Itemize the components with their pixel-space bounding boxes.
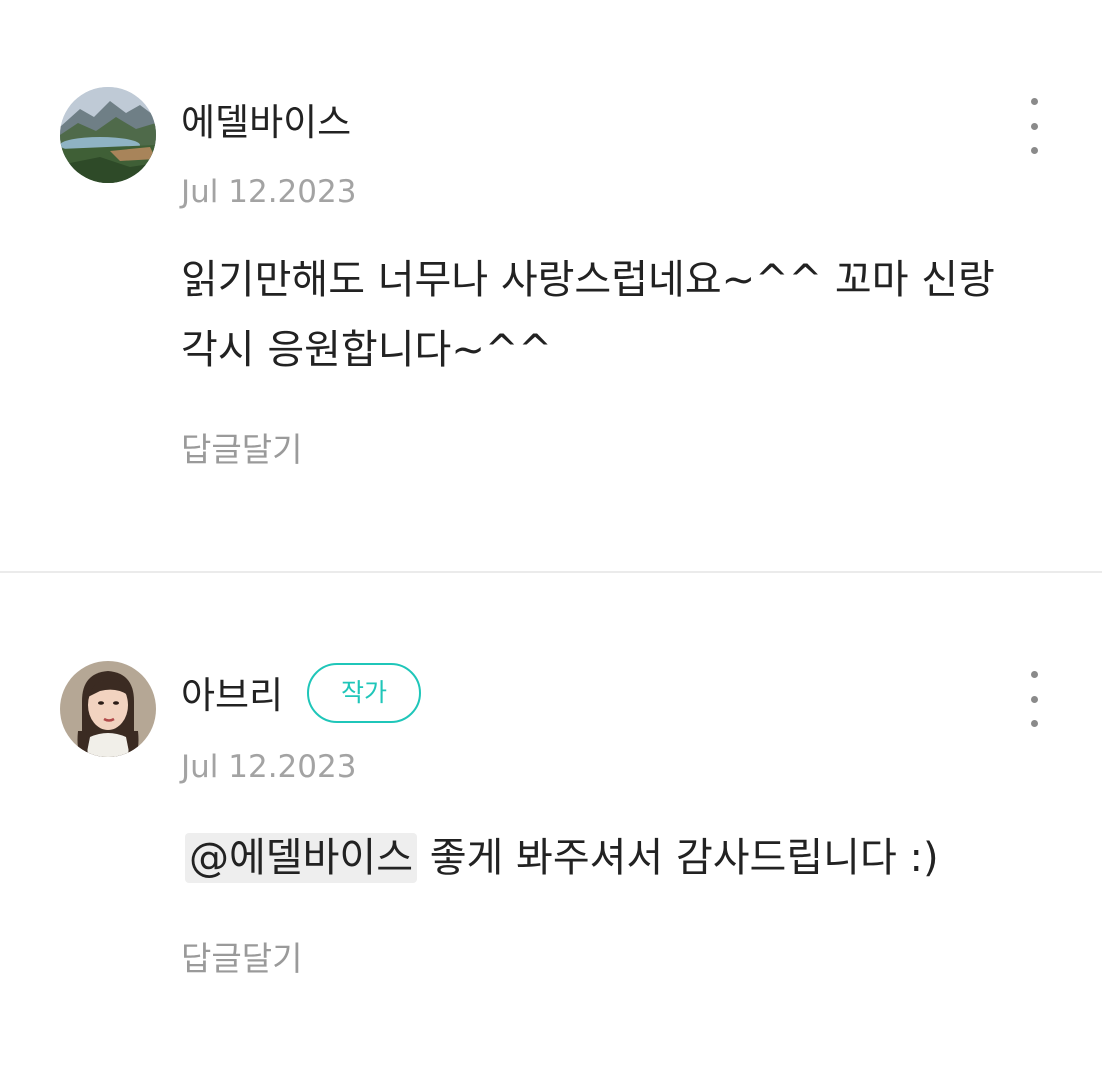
illustrated-woman-avatar-icon (60, 661, 156, 757)
comment-body: @에델바이스 좋게 봐주셔서 감사드립니다 :) (181, 823, 1071, 893)
comment-item: 아브리 작가 Jul 12.2023 @에델바이스 좋게 봐주셔서 감사드립니다… (0, 573, 1102, 1079)
comment-text: 좋게 봐주셔서 감사드립니다 :) (429, 835, 939, 881)
mention-link[interactable]: @에델바이스 (185, 833, 417, 883)
more-options-icon[interactable] (1012, 667, 1056, 731)
landscape-avatar-icon (60, 87, 156, 183)
reply-button[interactable]: 답글달기 (181, 428, 302, 472)
comment-date: Jul 12.2023 (181, 749, 357, 785)
comment-body: 읽기만해도 너무나 사랑스럽네요~^^ 꼬마 신랑 각시 응원합니다~^^ (181, 257, 995, 373)
author-badge: 작가 (307, 663, 421, 723)
comment-item: 에델바이스 Jul 12.2023 읽기만해도 너무나 사랑스럽네요~^^ 꼬마… (0, 0, 1102, 572)
user-avatar[interactable] (60, 87, 156, 183)
reply-button[interactable]: 답글달기 (181, 937, 302, 981)
comment-date: Jul 12.2023 (181, 174, 357, 210)
username[interactable]: 에델바이스 (181, 100, 351, 146)
more-options-icon[interactable] (1012, 94, 1056, 158)
user-avatar[interactable] (60, 661, 156, 757)
username[interactable]: 아브리 (181, 673, 283, 719)
